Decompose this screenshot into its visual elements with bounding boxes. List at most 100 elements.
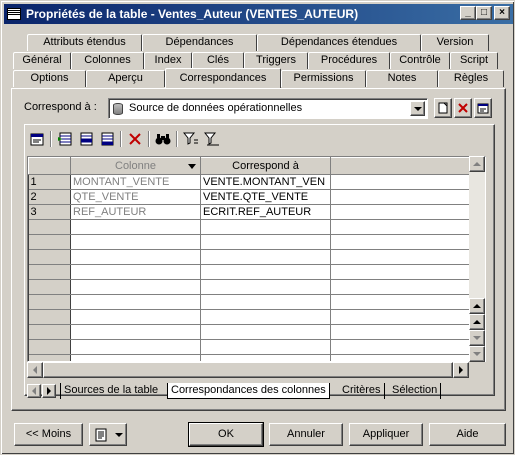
cell-empty[interactable]: [200, 324, 331, 340]
tab-permissions[interactable]: Permissions: [281, 70, 366, 87]
row-header[interactable]: [28, 324, 71, 340]
delete-source-button[interactable]: [454, 98, 472, 118]
tab-notes[interactable]: Notes: [366, 70, 438, 87]
tab-options[interactable]: Options: [13, 70, 86, 87]
tab-dependances-etendues[interactable]: Dépendances étendues: [257, 34, 421, 51]
tab-index[interactable]: Index: [144, 52, 192, 69]
cell-empty[interactable]: [70, 324, 201, 340]
table-row-empty[interactable]: [28, 339, 481, 355]
scroll-page-down-button[interactable]: [469, 330, 485, 346]
filter-button[interactable]: [181, 129, 201, 149]
cell-correspond[interactable]: ECRIT.REF_AUTEUR: [200, 204, 331, 220]
cell-colonne[interactable]: REF_AUTEUR: [70, 204, 201, 220]
add-columns-button[interactable]: [55, 129, 75, 149]
subtab-prev-button[interactable]: [27, 384, 41, 398]
table-row-empty[interactable]: [28, 324, 481, 340]
cell-empty[interactable]: [70, 309, 201, 325]
menu-dropdown-button[interactable]: [89, 423, 127, 446]
apply-button[interactable]: Appliquer: [349, 423, 423, 446]
row-number[interactable]: 2: [28, 189, 71, 205]
cell-empty[interactable]: [70, 339, 201, 355]
row-header[interactable]: [28, 354, 71, 361]
help-button[interactable]: Aide: [429, 423, 506, 446]
source-combobox[interactable]: Source de données opérationnelles: [108, 98, 428, 119]
tab-version[interactable]: Version: [421, 34, 489, 51]
cell-empty[interactable]: [200, 219, 331, 235]
cell-empty[interactable]: [70, 279, 201, 295]
ok-button[interactable]: OK: [188, 422, 264, 447]
close-button[interactable]: ×: [494, 6, 510, 20]
tab-controle[interactable]: Contrôle: [390, 52, 450, 69]
tab-regles[interactable]: Règles: [438, 70, 504, 87]
row-number[interactable]: 3: [28, 204, 71, 220]
insert-row-button[interactable]: [76, 129, 96, 149]
table-row-empty[interactable]: [28, 279, 481, 295]
less-button[interactable]: << Moins: [14, 423, 83, 446]
tab-colonnes[interactable]: Colonnes: [71, 52, 144, 69]
tab-script[interactable]: Script: [450, 52, 498, 69]
scroll-left-button[interactable]: [27, 362, 43, 378]
cell-empty[interactable]: [200, 294, 331, 310]
row-number[interactable]: 1: [28, 174, 71, 190]
tab-procedures[interactable]: Procédures: [308, 52, 390, 69]
row-header[interactable]: [28, 339, 71, 355]
table-row-empty[interactable]: [28, 294, 481, 310]
scroll-thumb[interactable]: [43, 362, 453, 378]
new-source-button[interactable]: [434, 98, 452, 118]
scroll-up-button[interactable]: [469, 156, 485, 172]
tab-dependances[interactable]: Dépendances: [142, 34, 257, 51]
table-row-empty[interactable]: [28, 309, 481, 325]
cell-colonne[interactable]: QTE_VENTE: [70, 189, 201, 205]
table-row-empty[interactable]: [28, 249, 481, 265]
row-header[interactable]: [28, 219, 71, 235]
cell-empty[interactable]: [200, 264, 331, 280]
scroll-right-button[interactable]: [453, 362, 469, 378]
cell-empty[interactable]: [200, 339, 331, 355]
cell-empty[interactable]: [70, 249, 201, 265]
subtab-correspondances-colonnes[interactable]: Correspondances des colonnes: [167, 383, 330, 399]
row-header[interactable]: [28, 249, 71, 265]
vertical-scrollbar[interactable]: [469, 156, 485, 362]
horizontal-scrollbar[interactable]: [27, 362, 469, 378]
row-header[interactable]: [28, 264, 71, 280]
cell-empty[interactable]: [70, 234, 201, 250]
cell-colonne[interactable]: MONTANT_VENTE: [70, 174, 201, 190]
find-button[interactable]: [153, 129, 173, 149]
table-row-empty[interactable]: [28, 264, 481, 280]
cell-empty[interactable]: [70, 294, 201, 310]
tab-attributs-etendus[interactable]: Attributs étendus: [27, 34, 142, 51]
table-row-empty[interactable]: [28, 234, 481, 250]
subtab-next-button[interactable]: [42, 384, 56, 398]
tab-triggers[interactable]: Triggers: [244, 52, 308, 69]
tab-general[interactable]: Général: [13, 52, 71, 69]
column-mapping-grid[interactable]: Colonne Correspond à 1 MONTANT_VENTE VEN…: [27, 156, 486, 362]
tab-correspondances[interactable]: Correspondances: [165, 68, 281, 88]
maximize-button[interactable]: □: [476, 6, 492, 20]
cell-empty[interactable]: [200, 354, 331, 361]
properties-button[interactable]: [27, 129, 47, 149]
title-bar[interactable]: Propriétés de la table - Ventes_Auteur (…: [4, 4, 513, 24]
row-header[interactable]: [28, 234, 71, 250]
header-correspond[interactable]: Correspond à: [200, 157, 331, 175]
row-header[interactable]: [28, 279, 71, 295]
cell-empty[interactable]: [70, 219, 201, 235]
table-row-empty[interactable]: [28, 219, 481, 235]
tab-cles[interactable]: Clés: [192, 52, 244, 69]
clear-filter-button[interactable]: [202, 129, 222, 149]
cell-empty[interactable]: [70, 354, 201, 361]
row-header[interactable]: [28, 309, 71, 325]
corner-header[interactable]: [28, 157, 71, 175]
cancel-button[interactable]: Annuler: [269, 423, 343, 446]
cell-empty[interactable]: [200, 234, 331, 250]
cell-correspond[interactable]: VENTE.MONTANT_VEN: [200, 174, 331, 190]
scroll-top-button[interactable]: [469, 298, 485, 314]
subtab-selection[interactable]: Sélection: [389, 383, 442, 399]
sort-arrow-icon[interactable]: [188, 164, 196, 169]
header-colonne[interactable]: Colonne: [70, 157, 201, 175]
minimize-button[interactable]: _: [460, 6, 476, 20]
source-properties-button[interactable]: [474, 98, 492, 118]
cell-empty[interactable]: [70, 264, 201, 280]
subtab-sources[interactable]: Sources de la table: [60, 383, 161, 399]
cell-empty[interactable]: [200, 309, 331, 325]
delete-row-button[interactable]: [125, 129, 145, 149]
